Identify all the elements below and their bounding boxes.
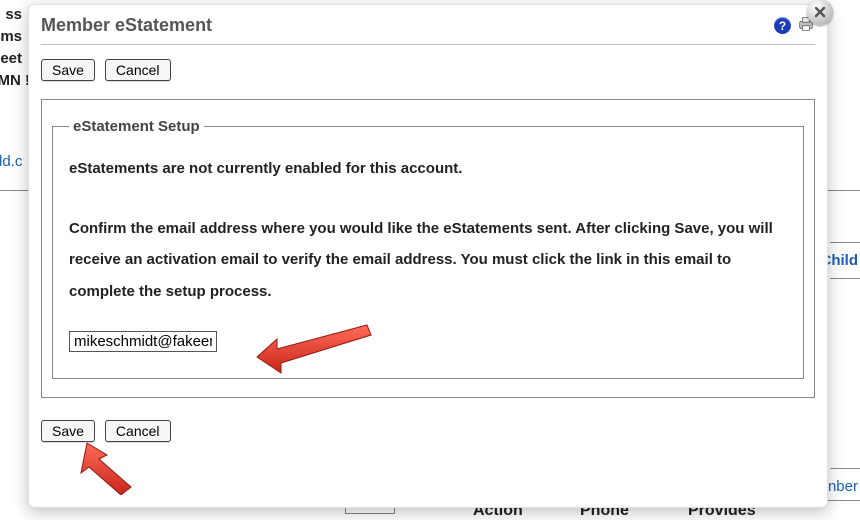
bg-link-frag: dd.c [0, 153, 22, 170]
dialog-title: Member eStatement [41, 15, 212, 36]
email-field[interactable] [69, 331, 217, 352]
bg-frag: ss [0, 6, 22, 23]
top-button-row: Save Cancel [41, 59, 815, 81]
save-button-bottom[interactable]: Save [41, 420, 95, 442]
bg-separator [830, 468, 860, 469]
bottom-button-row: Save Cancel [41, 420, 815, 442]
cancel-button-bottom[interactable]: Cancel [105, 420, 171, 442]
setup-panel: eStatement Setup eStatements are not cur… [41, 99, 815, 398]
save-button[interactable]: Save [41, 59, 95, 81]
setup-body: eStatements are not currently enabled fo… [69, 153, 787, 358]
bg-frag: ms [0, 28, 22, 45]
setup-legend: eStatement Setup [69, 118, 204, 135]
cancel-button[interactable]: Cancel [105, 59, 171, 81]
red-arrow-icon [59, 437, 139, 495]
setup-status-line: eStatements are not currently enabled fo… [69, 153, 787, 185]
bg-frag: MN ! [0, 72, 30, 89]
member-estatement-dialog: Member eStatement ? Save Cancel eStateme… [28, 4, 828, 508]
bg-frag: eet [0, 50, 22, 67]
help-icon[interactable]: ? [774, 17, 791, 34]
bg-separator [830, 242, 860, 243]
bg-link-nber: nber [828, 478, 858, 495]
close-icon[interactable] [807, 0, 833, 25]
setup-instructions: Confirm the email address where you woul… [69, 213, 787, 308]
dialog-header: Member eStatement ? [41, 5, 815, 45]
estatement-setup-fieldset: eStatement Setup eStatements are not cur… [52, 118, 804, 379]
bg-separator [830, 278, 860, 279]
